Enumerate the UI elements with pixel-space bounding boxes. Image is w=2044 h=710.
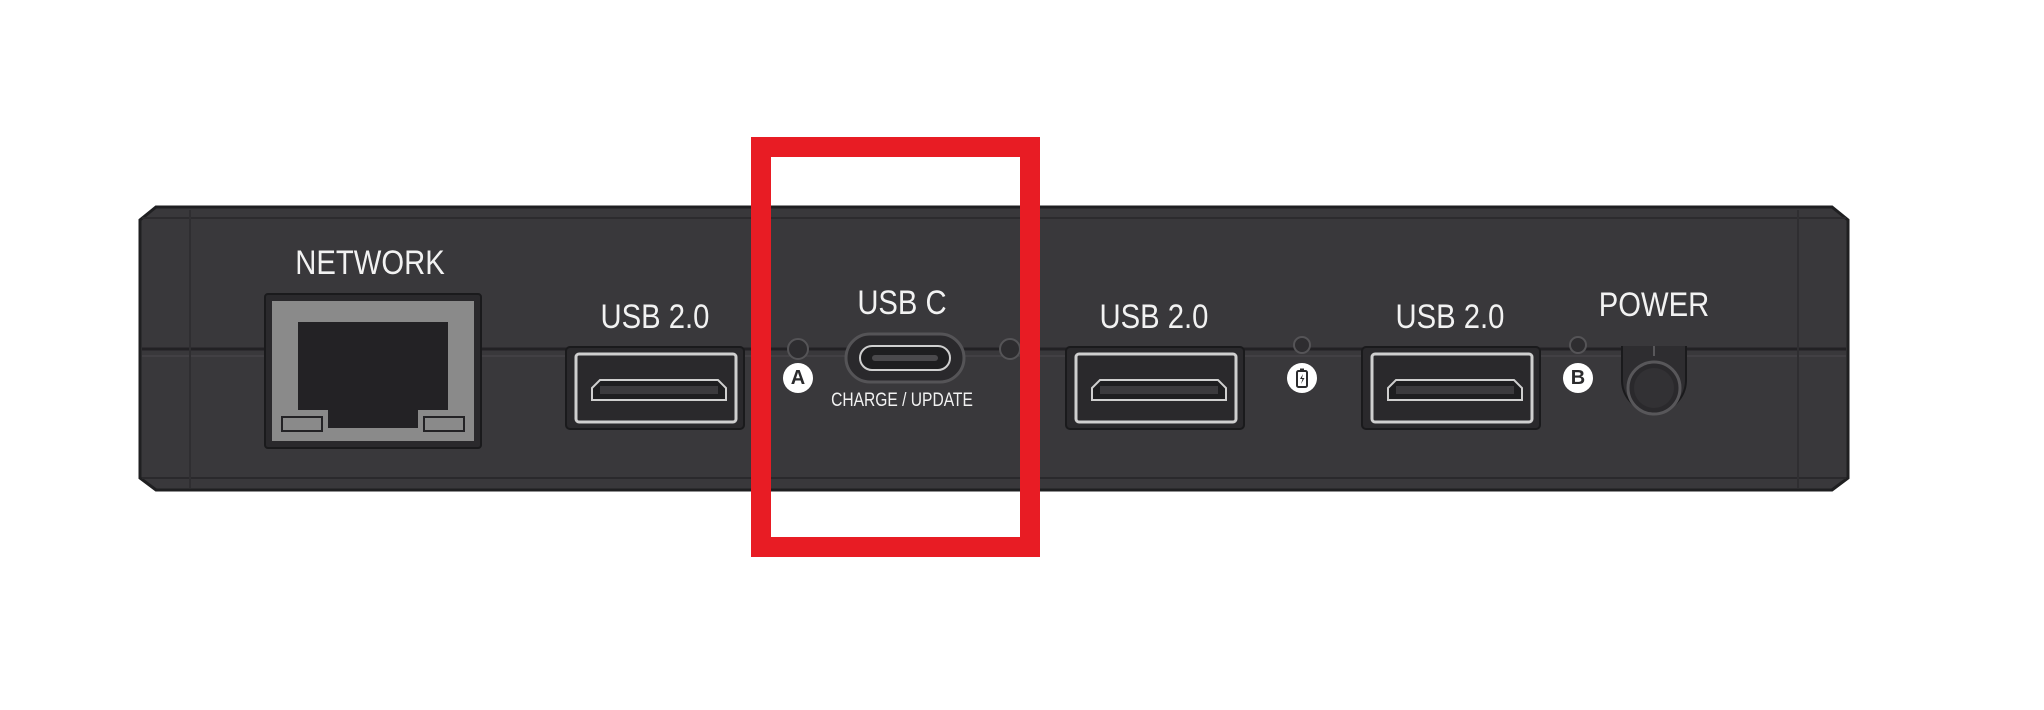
indicator-led-a [787, 338, 809, 360]
power-button [1621, 346, 1687, 416]
network-label: NETWORK [295, 244, 445, 282]
indicator-a-badge: A [783, 363, 813, 393]
usb-a-port-3 [1361, 346, 1541, 430]
usb-c-label: USB C [857, 284, 947, 322]
device-rear-panel-drawing [138, 137, 1850, 557]
indicator-b-badge: B [1563, 363, 1593, 393]
usb-2-label-1: USB 2.0 [600, 298, 710, 336]
ethernet-port [264, 293, 482, 449]
usb-a-port-2 [1065, 346, 1245, 430]
usb-c-port [844, 332, 966, 384]
usb-a-port-1 [565, 346, 745, 430]
indicator-led-b [1569, 336, 1587, 354]
device-diagram: NETWORK USB 2.0 USB C CHARGE / UPDATE US… [0, 0, 2044, 710]
battery-icon [1287, 363, 1317, 393]
indicator-led-c [999, 338, 1021, 360]
battery-icon-glyph [1296, 368, 1308, 388]
usb-2-label-3: USB 2.0 [1395, 298, 1505, 336]
battery-indicator-led [1293, 336, 1311, 354]
usb-2-label-2: USB 2.0 [1099, 298, 1209, 336]
charge-update-label: CHARGE / UPDATE [831, 390, 973, 411]
power-label: POWER [1598, 286, 1710, 324]
